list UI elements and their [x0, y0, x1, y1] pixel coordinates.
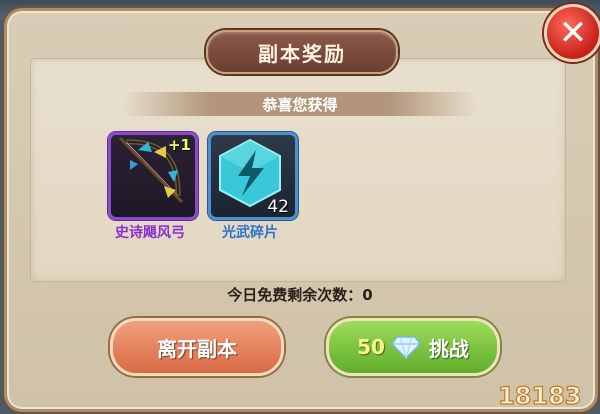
close-icon: ✕ [558, 13, 588, 53]
challenge-cost: 50 [357, 335, 385, 359]
reward-name-bow: 史诗飓风弓 [115, 225, 185, 241]
reward-bonus-badge: +1 [167, 136, 191, 154]
svg-text:18183: 18183 [498, 382, 582, 410]
congrats-subtitle: 恭喜您获得 [124, 92, 476, 116]
reward-slot-shard[interactable]: 42 [208, 132, 298, 220]
reward-count: 42 [267, 197, 289, 217]
close-button[interactable]: ✕ [544, 4, 600, 62]
reward-name-shard: 光武碎片 [222, 225, 278, 241]
leave-dungeon-button[interactable]: 离开副本 [110, 318, 284, 376]
free-attempts-remaining: 今日免费剩余次数：0 [227, 286, 373, 304]
reward-slot-bow[interactable]: +1 [108, 132, 198, 220]
site-watermark-logo: 18183 [497, 381, 582, 410]
leave-dungeon-label: 离开副本 [157, 336, 237, 361]
dialog-title: 副本奖励 [206, 30, 398, 74]
challenge-label: 挑战 [428, 336, 469, 361]
challenge-button[interactable]: 50 挑战 [326, 318, 500, 376]
diamond-icon [390, 336, 421, 359]
